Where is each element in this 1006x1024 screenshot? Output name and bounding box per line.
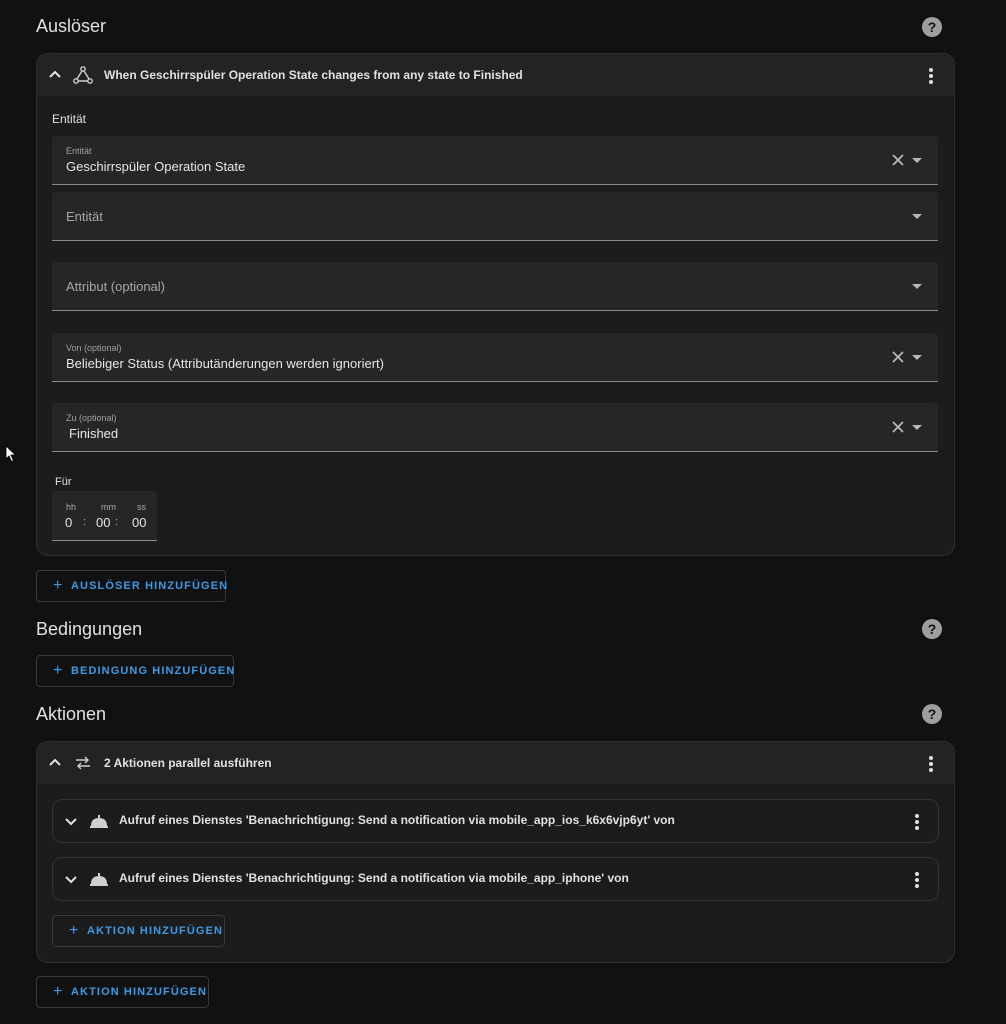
- clear-icon[interactable]: [892, 351, 904, 363]
- duration-input[interactable]: hh mm ss 0 : 00 : 00: [52, 491, 157, 541]
- parallel-more-icon[interactable]: [929, 756, 933, 772]
- plus-icon: +: [69, 922, 80, 939]
- entity-field[interactable]: Entität Geschirrspüler Operation State: [52, 136, 938, 185]
- dropdown-icon[interactable]: [912, 355, 922, 360]
- plus-icon: +: [53, 662, 64, 679]
- trigger-card-title: When Geschirrspüler Operation State chan…: [104, 68, 523, 82]
- add-condition-label: BEDINGUNG HINZUFÜGEN: [71, 665, 236, 677]
- seconds-value[interactable]: 00: [132, 515, 146, 530]
- attribute-field-label: Attribut (optional): [66, 279, 165, 294]
- clear-icon[interactable]: [892, 421, 904, 433]
- trigger-card: When Geschirrspüler Operation State chan…: [36, 53, 955, 556]
- parallel-action-card: 2 Aktionen parallel ausführen Aufruf ein…: [36, 741, 955, 963]
- service-bell-icon: [90, 815, 108, 828]
- chevron-down-icon[interactable]: [63, 813, 79, 829]
- entity-field-value: Geschirrspüler Operation State: [66, 159, 246, 174]
- dropdown-icon[interactable]: [912, 158, 922, 163]
- dropdown-icon[interactable]: [912, 214, 922, 219]
- from-field-label: Von (optional): [66, 343, 122, 353]
- from-field[interactable]: Von (optional) Beliebiger Status (Attrib…: [52, 333, 938, 382]
- chevron-up-icon[interactable]: [47, 755, 63, 771]
- entity-field-2[interactable]: Entität: [52, 192, 938, 241]
- action-more-icon[interactable]: [915, 814, 919, 830]
- to-field-value: Finished: [69, 426, 119, 441]
- to-field[interactable]: Zu (optional) Finished: [52, 403, 938, 452]
- add-trigger-label: AUSLÖSER HINZUFÜGEN: [71, 580, 229, 592]
- action-item[interactable]: Aufruf eines Dienstes 'Benachrichtigung:…: [52, 857, 939, 901]
- hours-value[interactable]: 0: [65, 515, 72, 530]
- chevron-up-icon[interactable]: [47, 67, 63, 83]
- entity-field-label: Entität: [66, 146, 92, 156]
- actions-help-icon[interactable]: ?: [922, 704, 942, 724]
- add-inner-action-label: AKTION HINZUFÜGEN: [87, 925, 224, 937]
- dropdown-icon[interactable]: [912, 284, 922, 289]
- add-trigger-button[interactable]: + AUSLÖSER HINZUFÜGEN: [36, 570, 229, 602]
- parallel-icon: [76, 756, 90, 770]
- parallel-card-header[interactable]: 2 Aktionen parallel ausführen: [37, 742, 954, 784]
- action-more-icon[interactable]: [915, 872, 919, 888]
- dropdown-icon[interactable]: [912, 425, 922, 430]
- minutes-label: mm: [101, 502, 116, 512]
- minutes-value[interactable]: 00: [96, 515, 110, 530]
- add-action-button[interactable]: + AKTION HINZUFÜGEN: [36, 976, 209, 1008]
- plus-icon: +: [53, 983, 64, 1000]
- action-item-label: Aufruf eines Dienstes 'Benachrichtigung:…: [119, 871, 629, 885]
- add-condition-button[interactable]: + BEDINGUNG HINZUFÜGEN: [36, 655, 234, 687]
- to-field-label: Zu (optional): [66, 413, 117, 423]
- triggers-title: Auslöser: [36, 16, 107, 36]
- trigger-more-icon[interactable]: [929, 68, 933, 84]
- clear-icon[interactable]: [892, 154, 904, 166]
- seconds-label: ss: [137, 502, 146, 512]
- entity-section-label: Entität: [52, 112, 87, 126]
- plus-icon: +: [53, 577, 64, 594]
- attribute-field[interactable]: Attribut (optional): [52, 262, 938, 311]
- time-separator: :: [115, 516, 119, 528]
- hours-label: hh: [66, 502, 77, 512]
- chevron-down-icon[interactable]: [63, 871, 79, 887]
- action-item[interactable]: Aufruf eines Dienstes 'Benachrichtigung:…: [52, 799, 939, 843]
- conditions-help-icon[interactable]: ?: [922, 619, 942, 639]
- triggers-help-icon[interactable]: ?: [922, 17, 942, 37]
- service-bell-icon: [90, 873, 108, 886]
- conditions-title: Bedingungen: [36, 619, 143, 639]
- from-field-value: Beliebiger Status (Attributänderungen we…: [66, 356, 384, 371]
- duration-label: Für: [55, 476, 72, 488]
- action-item-label: Aufruf eines Dienstes 'Benachrichtigung:…: [119, 813, 675, 827]
- trigger-card-header[interactable]: When Geschirrspüler Operation State chan…: [37, 54, 954, 96]
- add-action-label: AKTION HINZUFÜGEN: [71, 986, 208, 998]
- state-trigger-icon: [73, 66, 93, 84]
- mouse-cursor-icon: [5, 445, 17, 463]
- actions-title: Aktionen: [36, 704, 107, 724]
- entity-field-2-label: Entität: [66, 209, 103, 224]
- add-inner-action-button[interactable]: + AKTION HINZUFÜGEN: [52, 915, 225, 947]
- parallel-card-title: 2 Aktionen parallel ausführen: [104, 756, 272, 770]
- time-separator: :: [83, 516, 87, 528]
